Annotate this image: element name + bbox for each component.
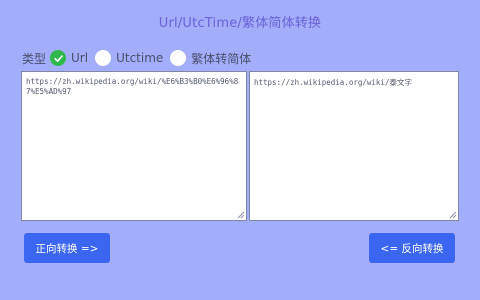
- radio-option-url[interactable]: Url: [50, 50, 88, 66]
- title-part-2: 繁体简体转换: [242, 16, 322, 31]
- result-text: https://zh.wikipedia.org/wiki/泰文字: [254, 78, 412, 87]
- radio-circle-icon[interactable]: [170, 50, 187, 66]
- check-icon[interactable]: [50, 50, 67, 66]
- resize-grip-icon[interactable]: [236, 210, 245, 219]
- title-part-1: Url/UtcTime/: [158, 16, 242, 31]
- radio-option-traditional-to-simplified[interactable]: 繁体转简体: [170, 50, 251, 67]
- reverse-convert-button[interactable]: <= 反向转换: [369, 233, 455, 263]
- radio-circle-icon[interactable]: [95, 50, 112, 66]
- radio-option-utctime[interactable]: Utctime: [95, 50, 163, 66]
- type-label: 类型: [22, 51, 47, 66]
- radio-label-url: Url: [71, 51, 89, 65]
- page-title: Url/UtcTime/繁体简体转换: [0, 12, 480, 31]
- radio-label-traditional-to-simplified: 繁体转简体: [191, 51, 252, 66]
- result-textarea[interactable]: https://zh.wikipedia.org/wiki/泰文字: [249, 71, 459, 221]
- resize-grip-icon[interactable]: [448, 210, 457, 219]
- source-textarea[interactable]: https://zh.wikipedia.org/wiki/%E6%B3%B0%…: [21, 71, 247, 221]
- source-text: https://zh.wikipedia.org/wiki/%E6%B3%B0%…: [26, 77, 239, 96]
- forward-convert-button[interactable]: 正向转换 =>: [24, 233, 110, 263]
- type-selector: 类型 Url Utctime 繁体转简体: [22, 48, 258, 68]
- radio-label-utctime: Utctime: [116, 51, 164, 65]
